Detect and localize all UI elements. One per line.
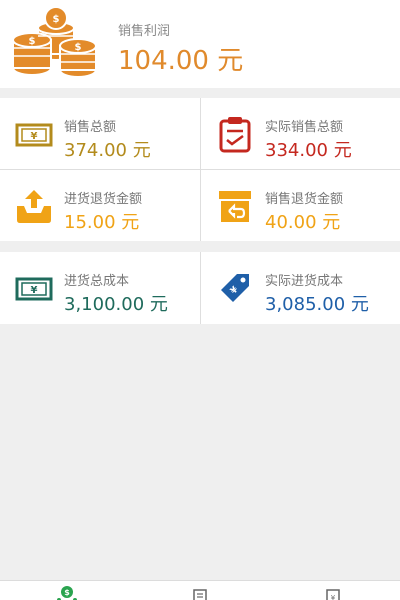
cost-grid: ¥ 进货总成本 3,100.00 元 ¥ 实际进货成本 3,085.00 元 [0,252,400,324]
money-tree-icon: $ [57,586,77,600]
card-label: 销售总额 [64,120,117,135]
card-sales-return[interactable]: 销售退货金额 40.00 元 [201,170,400,241]
cash-note-teal-icon: ¥ [15,277,53,301]
receipt-icon: ¥ [326,589,340,600]
price-tag-icon: ¥ [221,274,249,302]
card-value: 3,100.00 元 [64,294,168,315]
tray-upload-icon [17,190,51,223]
svg-text:¥: ¥ [31,131,38,142]
card-value: 374.00 元 [64,140,151,161]
card-label: 进货总成本 [64,274,130,289]
card-label: 销售退货金额 [265,192,344,207]
tab-profit[interactable]: $ [0,583,133,600]
card-value: 40.00 元 [265,212,341,233]
card-purchase-total-cost[interactable]: ¥ 进货总成本 3,100.00 元 [0,252,199,323]
card-actual-sales-total[interactable]: 实际销售总额 334.00 元 [201,98,400,169]
svg-text:¥: ¥ [331,594,336,600]
tab-documents[interactable] [133,583,266,600]
summary-grid: ¥ 销售总额 374.00 元 实际销售总额 334.00 元 进货退货金额 1… [0,98,400,241]
svg-text:$: $ [75,42,82,53]
document-icon [193,589,207,600]
card-value: 15.00 元 [64,212,140,233]
profit-header: $ $ $ 销售利润 104.00 元 [0,0,400,88]
card-label: 实际销售总额 [265,120,344,135]
coins-stack-icon: $ $ $ [12,6,97,78]
svg-text:$: $ [53,14,60,25]
card-purchase-return[interactable]: 进货退货金额 15.00 元 [0,170,199,241]
profit-value: 104.00 元 [118,46,244,76]
card-value: 334.00 元 [265,140,352,161]
card-value: 3,085.00 元 [265,294,369,315]
card-label: 进货退货金额 [64,192,143,207]
card-actual-purchase-cost[interactable]: ¥ 实际进货成本 3,085.00 元 [201,252,400,323]
svg-text:$: $ [64,588,70,597]
card-label: 实际进货成本 [265,274,344,289]
svg-text:¥: ¥ [31,285,38,296]
cash-note-icon: ¥ [15,123,53,147]
box-return-icon [219,191,251,222]
svg-text:$: $ [29,36,36,47]
bottom-tab-bar: $ ¥ [0,580,400,600]
card-sales-total[interactable]: ¥ 销售总额 374.00 元 [0,98,199,169]
clipboard-check-icon [219,117,251,153]
divider [0,169,400,170]
profit-label: 销售利润 [118,24,171,39]
tab-receipts[interactable]: ¥ [266,583,399,600]
divider [200,252,201,324]
